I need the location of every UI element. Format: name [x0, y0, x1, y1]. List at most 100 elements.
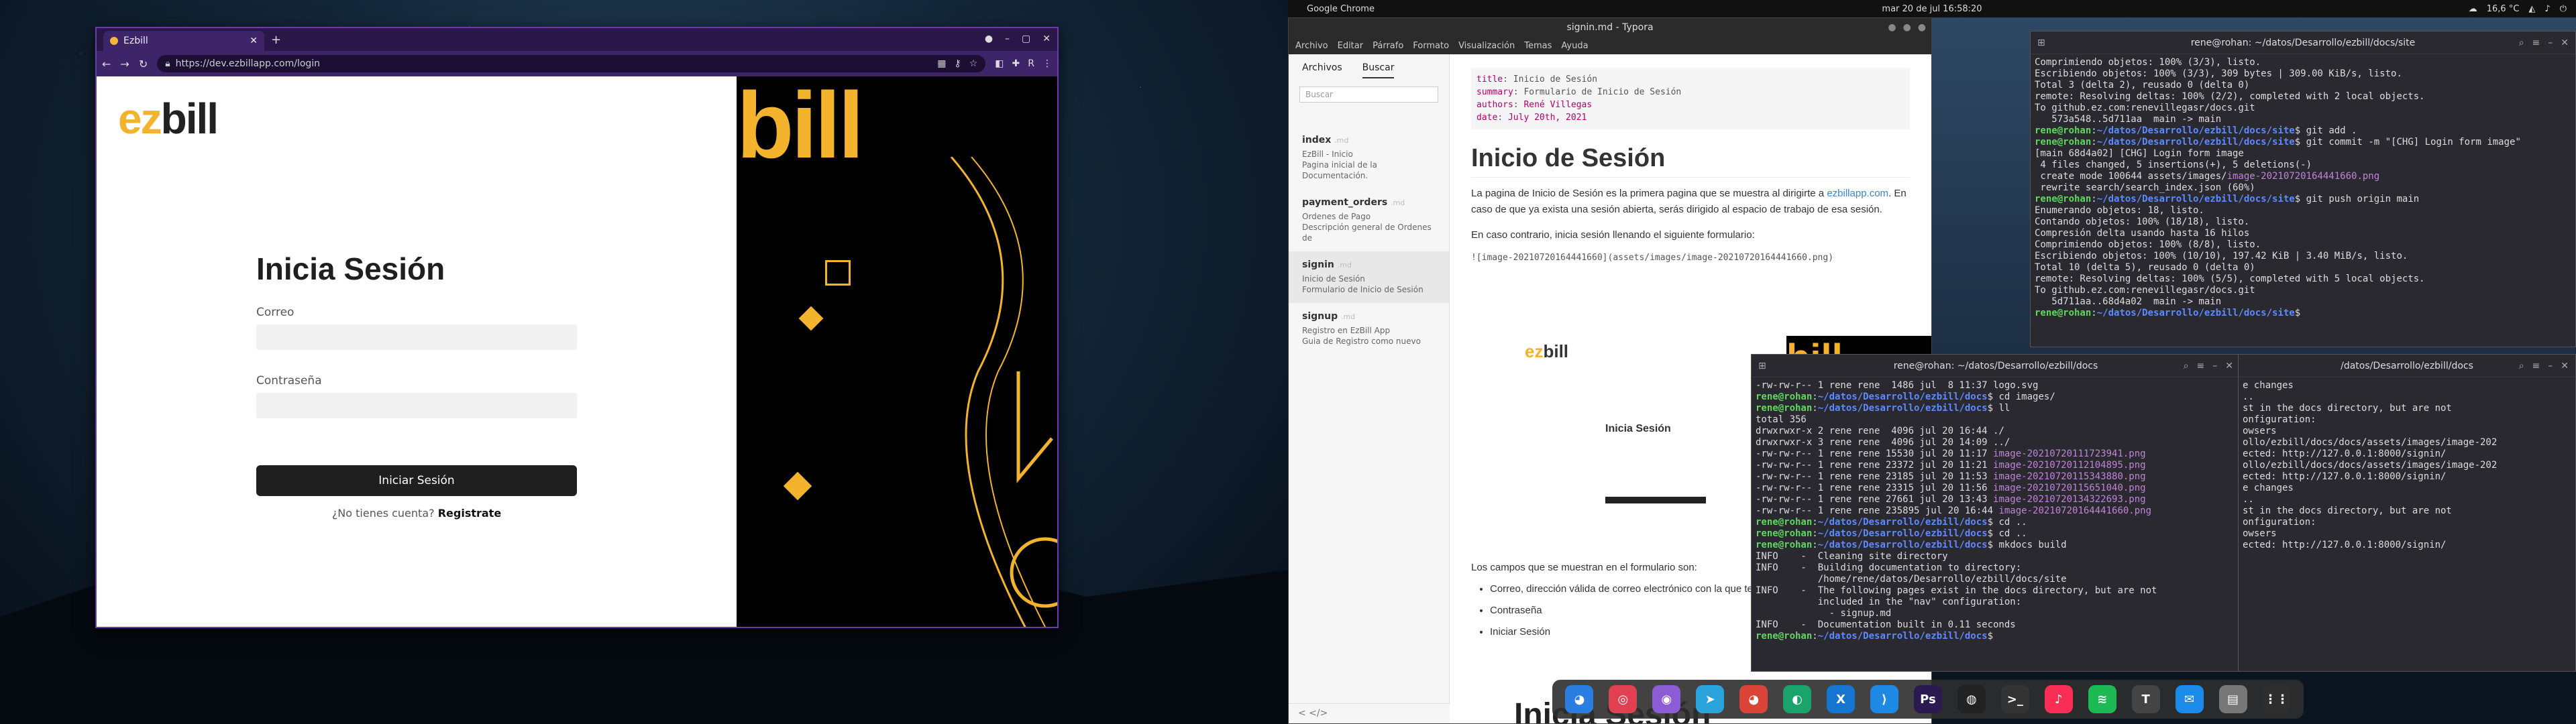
spotify-dock-icon[interactable]: ≋	[2088, 685, 2116, 713]
terminal-line: rene@rohan:~/datos/Desarrollo/ezbill/doc…	[2035, 137, 2521, 147]
terminal-window-1[interactable]: ⊞ rene@rohan: ~/datos/Desarrollo/ezbill/d…	[2030, 31, 2576, 347]
photoshop-dock-icon[interactable]: Ps	[1913, 685, 1942, 713]
avatar[interactable]: R	[1028, 58, 1034, 69]
terminal-line: drwxrwxr-x 3 rene rene 4096 jul 20 14:09…	[1756, 437, 2010, 448]
terminal-window-3[interactable]: /datos/Desarrollo/ezbill/docs ⌕ ≡ – ✕ e chan…	[2238, 354, 2576, 672]
brand-art-pane: bill	[737, 76, 1057, 627]
register-link[interactable]: Registrate	[438, 507, 501, 520]
menu-visualizacion[interactable]: Visualización	[1458, 41, 1515, 51]
extension-icon[interactable]: ◧	[995, 58, 1004, 69]
active-app-name[interactable]: Google Chrome	[1307, 4, 1375, 14]
terminal-line: owsers	[2243, 426, 2277, 436]
file-item-index[interactable]: index .md EzBill - Inicio Pagina inicial d…	[1289, 127, 1449, 189]
meta-value: Formulario de Inicio de Sesión	[1518, 87, 1682, 97]
email-field[interactable]	[256, 324, 577, 350]
minimize-icon[interactable]: –	[2548, 38, 2553, 48]
minimize-icon[interactable]: –	[2212, 361, 2217, 371]
close-tab-icon[interactable]: ✕	[250, 36, 258, 46]
file-item-payment-orders[interactable]: payment_orders .md Ordenes de Pago Descrip…	[1289, 189, 1449, 251]
mail-dock-icon[interactable]: ✉	[2175, 685, 2204, 713]
menu-parrafo[interactable]: Párrafo	[1373, 41, 1403, 51]
chrome-active-dock-icon[interactable]: ◕	[1739, 685, 1768, 713]
menu-formato[interactable]: Formato	[1413, 41, 1449, 51]
menu-archivo[interactable]: Archivo	[1295, 41, 1328, 51]
search-input[interactable]: Buscar	[1299, 86, 1438, 103]
weather-text[interactable]: 16,6 °C	[2487, 4, 2520, 14]
network-icon[interactable]: ◭	[2528, 4, 2535, 14]
typora-dock-icon[interactable]: T	[2131, 685, 2160, 713]
file-item-signup[interactable]: signup .md Registro en EzBill App Guia de …	[1289, 303, 1449, 355]
menu-icon[interactable]: ≡	[2197, 361, 2205, 371]
url-text[interactable]: https://dev.ezbillapp.com/login	[176, 58, 932, 69]
address-bar[interactable]: 🔒︎ https://dev.ezbillapp.com/login ▦ ⚷ ☆	[157, 55, 986, 72]
key-icon[interactable]: ⚷	[954, 58, 961, 69]
files-dock-icon[interactable]: ▤	[2218, 685, 2247, 713]
terminal-dock-icon[interactable]: >_	[2000, 685, 2029, 713]
close-icon[interactable]: ✕	[2561, 361, 2569, 371]
minimize-button[interactable]: –	[1005, 34, 1010, 44]
terminal-line: remote: Resolving deltas: 100% (5/5), co…	[2035, 274, 2425, 284]
minimize-icon[interactable]: –	[2548, 361, 2553, 371]
menu-icon[interactable]: ≡	[2532, 361, 2540, 371]
terminal-line: ..	[2243, 391, 2254, 402]
tab-archivos[interactable]: Archivos	[1302, 62, 1342, 78]
terminal-line: rene@rohan:~/datos/Desarrollo/ezbill/doc…	[1756, 540, 2067, 550]
terminal-title: /datos/Desarrollo/ezbill/docs	[2341, 360, 2473, 371]
apps-grid-icon[interactable]: ⋮⋮	[2262, 685, 2291, 713]
new-tab-button[interactable]: +	[271, 33, 281, 47]
tab-buscar[interactable]: Buscar	[1362, 62, 1395, 78]
minimize-icon[interactable]: ●	[1888, 22, 1896, 33]
art-square	[825, 260, 851, 286]
chrome-dock-icon[interactable]: ◕	[1565, 685, 1594, 713]
xcode-dock-icon[interactable]: X	[1827, 685, 1856, 713]
maximize-button[interactable]: ▢	[1022, 34, 1030, 44]
ezbill-link[interactable]: ezbillapp.com	[1827, 188, 1888, 199]
profile-icon[interactable]: ●	[985, 34, 993, 44]
system-clock: mar 20 de jul 16:58:20	[1882, 3, 1982, 14]
terminal-line: -rw-rw-r-- 1 rene rene 27661 jul 20 13:4…	[1756, 494, 2146, 505]
forward-icon[interactable]: →	[120, 58, 129, 70]
file-item-signin[interactable]: signin .md Inicio de Sesión Formulario de …	[1289, 251, 1449, 303]
menu-editar[interactable]: Editar	[1338, 41, 1364, 51]
close-icon[interactable]: ✕	[2225, 361, 2233, 371]
ezbill-logo[interactable]: ezbill	[118, 94, 219, 143]
terminal-window-2[interactable]: ⊞ rene@rohan: ~/datos/Desarrollo/ezbill/d…	[1751, 354, 2241, 672]
power-icon[interactable]: ⏻	[2560, 4, 2567, 14]
target-dock-icon[interactable]: ◎	[1609, 685, 1638, 713]
close-icon[interactable]: ●	[1918, 22, 1926, 33]
star-icon[interactable]: ☆	[969, 58, 978, 69]
new-tab-icon[interactable]: ⊞	[2037, 38, 2045, 48]
music-dock-icon[interactable]: ♪	[2044, 685, 2073, 713]
volume-icon[interactable]: ♪	[2544, 4, 2550, 14]
search-icon[interactable]: ⌕	[2184, 361, 2189, 371]
image-markdown-ref[interactable]: ![image-20210720164441660](assets/images…	[1471, 253, 1910, 263]
weather-icon[interactable]: ☁︎	[2469, 4, 2477, 14]
maximize-icon[interactable]: ●	[1903, 22, 1911, 33]
edge-dock-icon[interactable]: ◐	[1783, 685, 1812, 713]
typora-statusbar[interactable]: < </>	[1289, 703, 1450, 723]
menu-ayuda[interactable]: Ayuda	[1561, 41, 1588, 51]
vscode-dock-icon[interactable]: ⟩	[1870, 685, 1899, 713]
meta-key: title	[1477, 74, 1503, 84]
reload-icon[interactable]: ↻	[139, 58, 148, 70]
search-icon[interactable]: ⌕	[2519, 38, 2524, 48]
login-button[interactable]: Iniciar Sesión	[256, 465, 577, 496]
new-tab-icon[interactable]: ⊞	[1758, 361, 1766, 371]
back-icon[interactable]: ←	[102, 58, 111, 70]
system-top-bar: Google Chrome mar 20 de jul 16:58:20 ☁︎ …	[1288, 0, 2576, 17]
puzzle-icon[interactable]: ✚	[1012, 58, 1020, 69]
telegram-dock-icon[interactable]: ➤	[1696, 685, 1725, 713]
github-dock-icon[interactable]: ◍	[1957, 685, 1986, 713]
qr-icon[interactable]: ▦	[937, 58, 946, 69]
close-window-button[interactable]: ✕	[1042, 34, 1051, 44]
menu-icon[interactable]: ⋮	[1042, 58, 1052, 69]
browser-tab[interactable]: Ezbill ✕	[103, 31, 264, 51]
menu-temas[interactable]: Temas	[1524, 41, 1552, 51]
menu-icon[interactable]: ≡	[2532, 38, 2540, 48]
password-field[interactable]	[256, 393, 577, 418]
close-icon[interactable]: ✕	[2561, 38, 2569, 48]
search-icon[interactable]: ⌕	[2519, 361, 2524, 371]
terminal-line: Total 3 (delta 2), reusado 0 (delta 0)	[2035, 80, 2250, 90]
terminal-line: rene@rohan:~/datos/Desarrollo/ezbill/doc…	[1756, 631, 1999, 642]
podcast-dock-icon[interactable]: ◉	[1652, 685, 1681, 713]
